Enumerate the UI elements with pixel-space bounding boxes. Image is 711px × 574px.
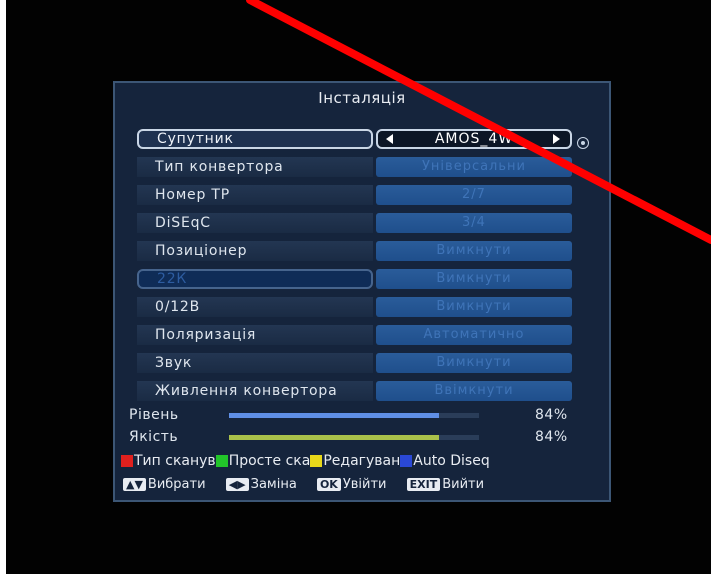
setting-label: Звук xyxy=(137,353,373,373)
setting-value: Автоматично xyxy=(376,325,572,345)
setting-value: Універсальни xyxy=(376,157,572,177)
setting-value: Вимкнути xyxy=(376,269,572,289)
setting-label: 0/12В xyxy=(137,297,373,317)
setting-value: Ввімкнути xyxy=(376,381,572,401)
blue-key-icon xyxy=(400,455,413,467)
satellite-selector[interactable]: AMOS_4W xyxy=(376,129,572,149)
hint-exit: Вийти xyxy=(442,477,485,492)
hint-select: Вибрати xyxy=(147,477,206,492)
setting-label: Номер ТР xyxy=(137,185,373,205)
setting-value: Вимкнути xyxy=(376,353,572,373)
signal-quality-fill xyxy=(229,435,439,440)
red-key-icon xyxy=(121,455,133,467)
color-key-legend: Тип сканув Просте ска Редагуван Auto Diseq xyxy=(121,453,490,469)
setting-label: Поляризація xyxy=(137,325,373,345)
arrow-left-icon[interactable] xyxy=(386,134,393,144)
signal-level-label: Рівень xyxy=(129,407,179,423)
left-right-key-icon: ◀▶ xyxy=(225,478,249,491)
setting-row-lnb-power[interactable]: Живлення конвертора Ввімкнути xyxy=(137,381,573,401)
signal-quality-value: 84% xyxy=(535,429,568,445)
green-key-label[interactable]: Просте ска xyxy=(229,453,311,469)
hint-change: Заміна xyxy=(250,477,297,492)
setting-label: 22К xyxy=(137,269,373,289)
hint-enter: Увійти xyxy=(342,477,387,492)
setting-value: 3/4 xyxy=(376,213,572,233)
up-down-key-icon: ▲▼ xyxy=(123,478,146,491)
ok-key-icon: OK xyxy=(316,478,341,491)
setting-value: Вимкнути xyxy=(376,297,572,317)
green-key-icon xyxy=(215,455,228,467)
setting-row-22k: 22К Вимкнути xyxy=(137,269,573,289)
setting-label: Живлення конвертора xyxy=(137,381,373,401)
panel-title: Інсталяція xyxy=(318,89,406,107)
setting-value: Вимкнути xyxy=(376,241,572,261)
setting-row-satellite[interactable]: Супутник AMOS_4W xyxy=(137,129,573,149)
setting-row-positioner[interactable]: Позиціонер Вимкнути xyxy=(137,241,573,261)
signal-level-bar xyxy=(229,413,479,418)
yellow-key-icon xyxy=(310,455,323,467)
setting-value: 2/7 xyxy=(376,185,572,205)
setting-row-lnb-type[interactable]: Тип конвертора Універсальни xyxy=(137,157,573,177)
red-key-label[interactable]: Тип сканув xyxy=(134,453,216,469)
installation-panel: Інсталяція Супутник AMOS_4W Тип конверто… xyxy=(113,81,611,502)
setting-row-diseqc[interactable]: DiSEqC 3/4 xyxy=(137,213,573,233)
setting-label: Тип конвертора xyxy=(137,157,373,177)
signal-level-value: 84% xyxy=(535,407,568,423)
arrow-right-icon[interactable] xyxy=(553,134,560,144)
target-icon xyxy=(577,137,589,149)
setting-row-0-12v[interactable]: 0/12В Вимкнути xyxy=(137,297,573,317)
navigation-hints: ▲▼ Вибрати ◀▶ Заміна OK Увійти EXIT Вийти xyxy=(123,477,500,492)
setting-label: Позиціонер xyxy=(137,241,373,261)
setting-label: Супутник xyxy=(137,129,373,149)
signal-level-fill xyxy=(229,413,439,418)
signal-quality-label: Якість xyxy=(129,429,179,445)
setting-row-tp-number[interactable]: Номер ТР 2/7 xyxy=(137,185,573,205)
setting-row-polarization[interactable]: Поляризація Автоматично xyxy=(137,325,573,345)
yellow-key-label[interactable]: Редагуван xyxy=(323,453,400,469)
setting-label: DiSEqC xyxy=(137,213,373,233)
blue-key-label[interactable]: Auto Diseq xyxy=(413,453,489,469)
exit-key-icon: EXIT xyxy=(406,478,441,491)
setting-value: AMOS_4W xyxy=(434,131,514,147)
setting-row-sound[interactable]: Звук Вимкнути xyxy=(137,353,573,373)
signal-quality-bar xyxy=(229,435,479,440)
